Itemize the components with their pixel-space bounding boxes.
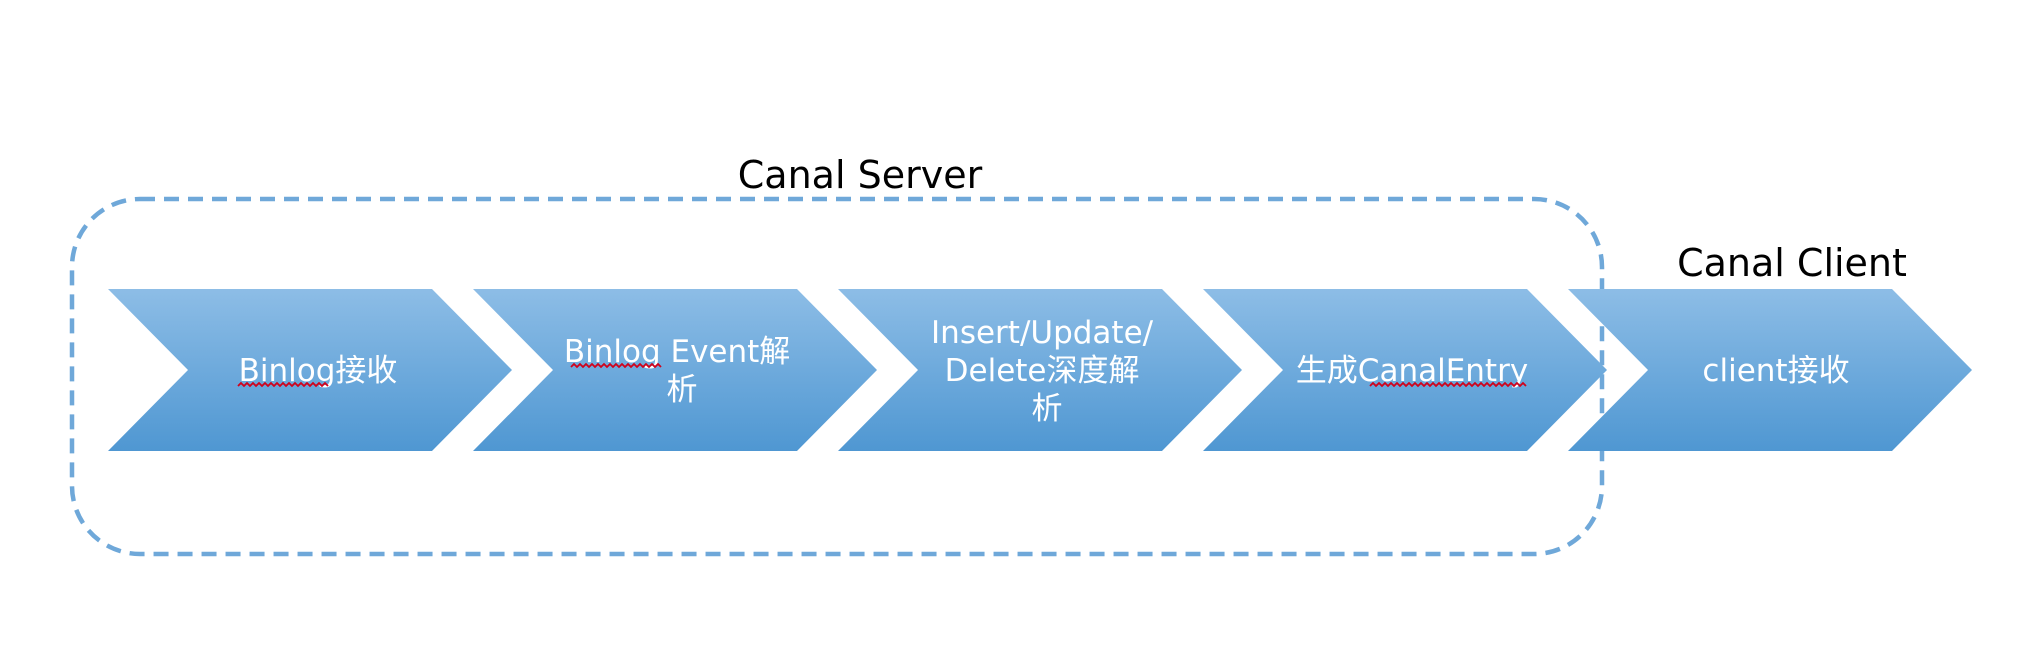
step-client-receive: client接收 — [1568, 289, 1972, 451]
step-binlog-event-parse: Binlog Event解 析 — [473, 289, 877, 451]
step-deep-parse: Insert/Update/ Delete深度解 析 — [838, 289, 1242, 451]
step-label: client接收 — [1702, 353, 1849, 389]
step-label-line: 析 — [1032, 391, 1063, 427]
step-generate-canal-entry: 生成CanalEntry — [1203, 289, 1607, 451]
canal-server-label: Canal Server — [738, 153, 983, 197]
step-label-line: Insert/Update/ — [931, 315, 1154, 351]
chevron-shape — [473, 289, 877, 451]
step-label-line: Delete深度解 — [945, 353, 1140, 389]
canal-client-label: Canal Client — [1677, 241, 1907, 285]
step-label-line: 析 — [667, 372, 698, 408]
step-binlog-receive: Binlog接收 — [108, 289, 512, 451]
step-label-line: client接收 — [1702, 353, 1849, 389]
pipeline-diagram: Canal Server Canal Client Binlog接收 Binlo… — [69, 153, 1972, 557]
